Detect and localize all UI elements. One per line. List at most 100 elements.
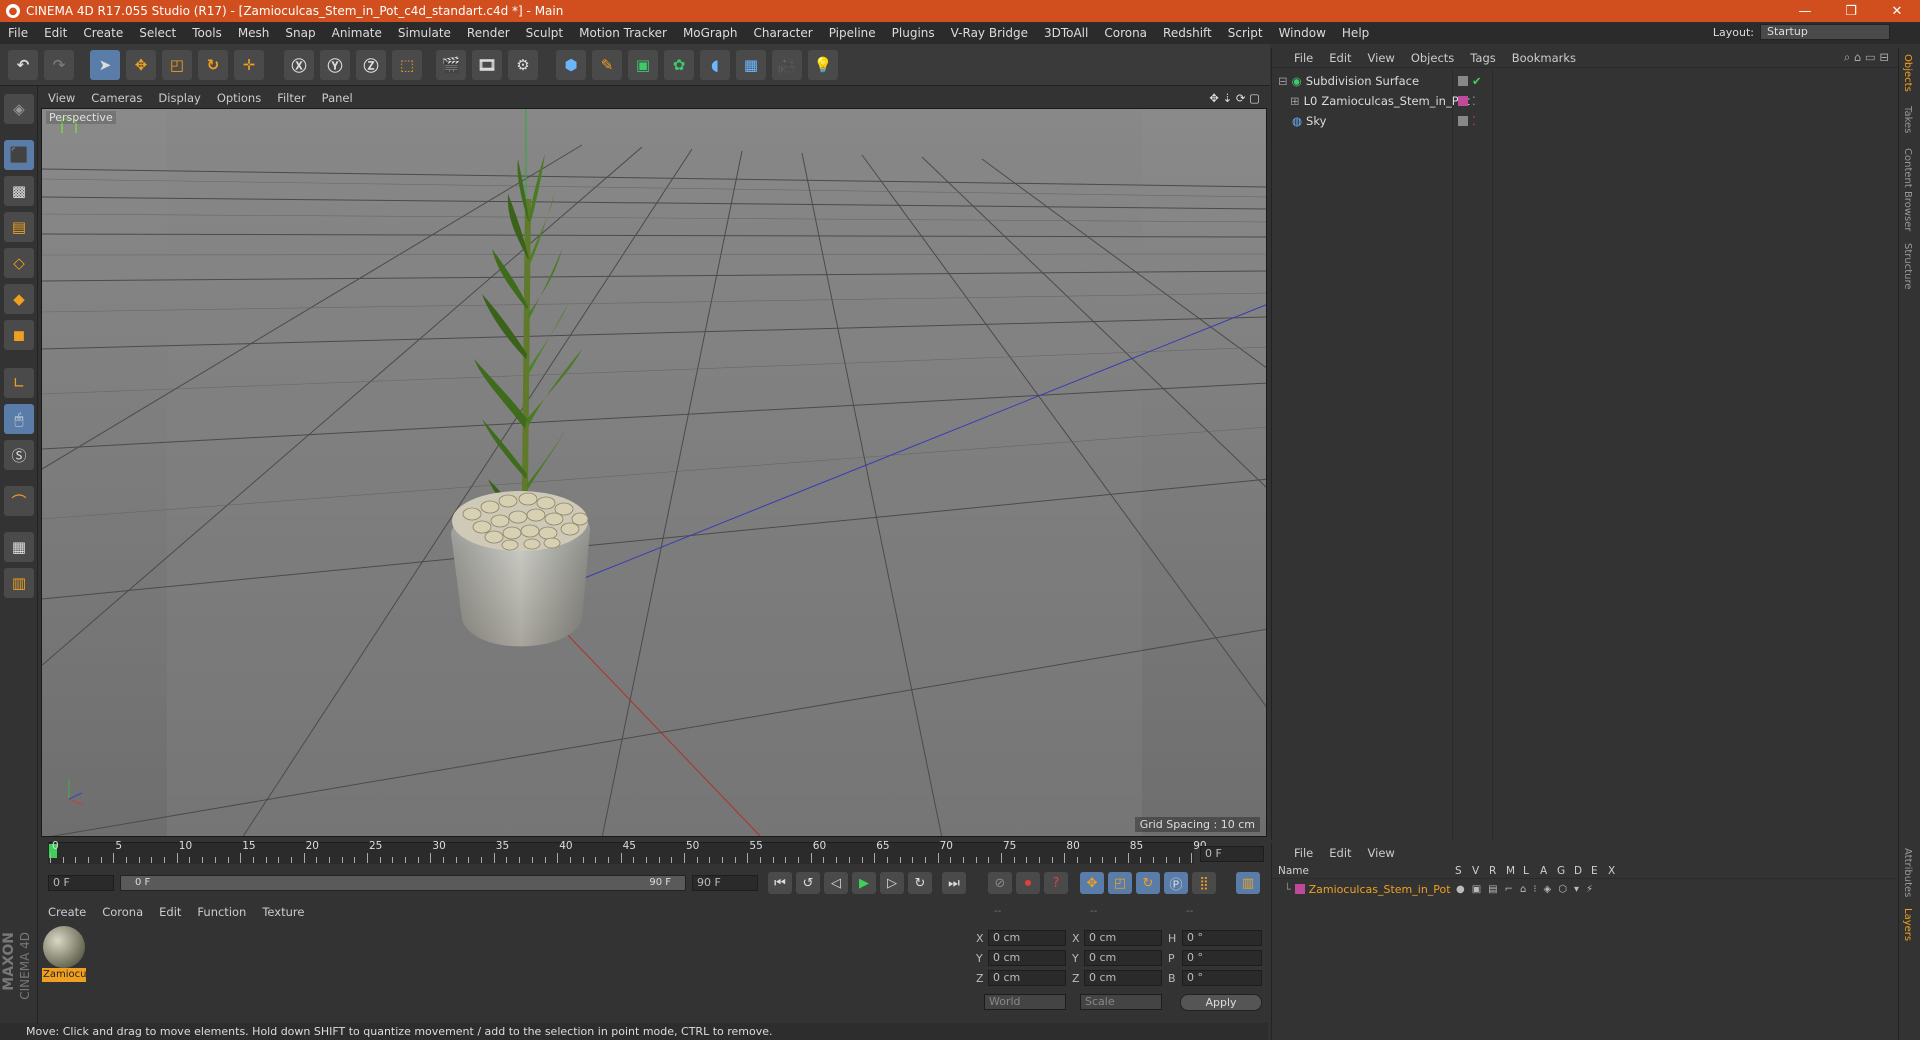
object-menu-objects[interactable]: Objects	[1403, 51, 1462, 65]
menu-window[interactable]: Window	[1271, 26, 1334, 40]
layer-toggle-icons[interactable]: ●▣▤⌐⌂⁝◈⬡▾⚡	[1456, 884, 1600, 895]
lock-workplane-icon[interactable]: ▦	[4, 532, 34, 562]
step-back-icon[interactable]: ◁	[824, 872, 848, 894]
layer-row[interactable]: └ Zamioculcas_Stem_in_Pot ●▣▤⌐⌂⁝◈⬡▾⚡	[1272, 881, 1897, 897]
previous-key-icon[interactable]: ↺	[796, 872, 820, 894]
close-button[interactable]: ✕	[1874, 0, 1920, 22]
object-tags[interactable]: ⁚	[1458, 92, 1476, 110]
position-y-field[interactable]: 0 cm	[988, 950, 1066, 966]
menu-mograph[interactable]: MoGraph	[675, 26, 746, 40]
object-menu-edit[interactable]: Edit	[1321, 51, 1359, 65]
perspective-viewport[interactable]: Perspective Grid Spacing : 10 cm	[41, 108, 1267, 837]
material-menu-edit[interactable]: Edit	[151, 905, 189, 919]
tab-structure[interactable]: Structure	[1902, 243, 1913, 290]
position-z-field[interactable]: 0 cm	[988, 970, 1066, 986]
coordinate-system-select[interactable]: World	[984, 994, 1066, 1010]
texture-mode-icon[interactable]: ▩	[4, 176, 34, 206]
autokey-icon[interactable]: ⏺	[1016, 872, 1040, 894]
menu-corona[interactable]: Corona	[1096, 26, 1155, 40]
layer-menu-edit[interactable]: Edit	[1321, 846, 1359, 860]
render-settings-icon[interactable]: ⚙	[508, 50, 538, 80]
tab-objects[interactable]: Objects	[1902, 54, 1913, 92]
x-axis-lock-icon[interactable]: Ⓧ	[284, 50, 314, 80]
menu-mesh[interactable]: Mesh	[230, 26, 278, 40]
y-axis-lock-icon[interactable]: Ⓨ	[320, 50, 350, 80]
sky-tags[interactable]: ⁚	[1458, 112, 1476, 130]
viewport-menu-filter[interactable]: Filter	[269, 91, 313, 105]
object-manager-search-icon[interactable]: ⌕ ⌂ ▭ ⊟	[1836, 50, 1897, 65]
menu-help[interactable]: Help	[1334, 26, 1377, 40]
deformer-icon[interactable]: ◖	[700, 50, 730, 80]
menu-animate[interactable]: Animate	[324, 26, 390, 40]
move-tool-icon[interactable]: ✥	[126, 50, 156, 80]
menu-sculpt[interactable]: Sculpt	[518, 26, 571, 40]
object-menu-tags[interactable]: Tags	[1462, 51, 1503, 65]
keyframe-selection-icon[interactable]: ?	[1044, 872, 1068, 894]
menu-create[interactable]: Create	[75, 26, 131, 40]
current-frame-field[interactable]: 0 F	[1200, 846, 1264, 862]
render-picture-viewer-icon[interactable]: 🎞	[472, 50, 502, 80]
tab-layers[interactable]: Layers	[1902, 908, 1913, 941]
points-mode-icon[interactable]: ◇	[4, 248, 34, 278]
next-key-icon[interactable]: ↻	[908, 872, 932, 894]
record-keys-icon[interactable]: ⊘	[988, 872, 1012, 894]
axis-mode-icon[interactable]: ∟	[4, 368, 34, 398]
coordinate-system-icon[interactable]: ⬚	[392, 50, 422, 80]
make-editable-icon[interactable]: ◈	[4, 94, 34, 124]
timeline-ruler[interactable]: 051015202530354045505560657075808590 0 F	[40, 840, 1268, 866]
enabled-check-icon[interactable]: ✔	[1472, 74, 1482, 88]
start-frame-field[interactable]: 0 F	[48, 875, 114, 891]
menu-redshift[interactable]: Redshift	[1155, 26, 1220, 40]
scale-tool-icon[interactable]: ◰	[162, 50, 192, 80]
layout-select[interactable]: Startup	[1760, 24, 1890, 40]
render-view-icon[interactable]: 🎬	[436, 50, 466, 80]
key-scale-icon[interactable]: ◰	[1108, 872, 1132, 894]
tab-content-browser[interactable]: Content Browser	[1902, 148, 1913, 231]
floor-icon[interactable]: ▦	[736, 50, 766, 80]
workplane-mode-icon[interactable]: ▤	[4, 212, 34, 242]
key-position-icon[interactable]: ✥	[1080, 872, 1104, 894]
light-icon[interactable]: 💡	[808, 50, 838, 80]
tab-takes[interactable]: Takes	[1902, 106, 1913, 133]
menu-character[interactable]: Character	[745, 26, 820, 40]
menu-plugins[interactable]: Plugins	[884, 26, 943, 40]
key-rotation-icon[interactable]: ↻	[1136, 872, 1160, 894]
model-mode-icon[interactable]: ⬛	[4, 140, 34, 170]
menu-motion-tracker[interactable]: Motion Tracker	[571, 26, 675, 40]
menu-file[interactable]: File	[0, 26, 36, 40]
object-row-zamioculcas[interactable]: ⊞ L0 Zamioculcas_Stem_in_Pot	[1290, 92, 1470, 110]
menu-script[interactable]: Script	[1220, 26, 1271, 40]
object-menu-view[interactable]: View	[1360, 51, 1403, 65]
play-icon[interactable]: ▶	[852, 872, 876, 894]
object-row-subdivision-surface[interactable]: ⊟ ◉ Subdivision Surface	[1278, 72, 1419, 90]
object-row-sky[interactable]: ◍ Sky	[1278, 112, 1326, 130]
cloner-icon[interactable]: ✿	[664, 50, 694, 80]
menu-edit[interactable]: Edit	[36, 26, 75, 40]
material-menu-function[interactable]: Function	[189, 905, 254, 919]
planar-workplane-icon[interactable]: ▥	[4, 568, 34, 598]
menu-3dtoall[interactable]: 3DToAll	[1036, 26, 1096, 40]
minimize-button[interactable]: —	[1782, 0, 1828, 22]
size-z-field[interactable]: 0 cm	[1084, 970, 1162, 986]
z-axis-lock-icon[interactable]: Ⓩ	[356, 50, 386, 80]
expand-icon[interactable]: ⊞	[1290, 94, 1300, 108]
menu-simulate[interactable]: Simulate	[390, 26, 459, 40]
snapping-icon[interactable]: Ⓢ	[4, 440, 34, 470]
viewport-menu-display[interactable]: Display	[150, 91, 208, 105]
apply-button[interactable]: Apply	[1180, 994, 1262, 1011]
end-frame-field[interactable]: 90 F	[692, 875, 758, 891]
rotation-h-field[interactable]: 0 °	[1182, 930, 1262, 946]
step-forward-icon[interactable]: ▷	[880, 872, 904, 894]
menu-tools[interactable]: Tools	[184, 26, 230, 40]
object-menu-file[interactable]: File	[1286, 51, 1321, 65]
object-flags[interactable]: ✔	[1458, 72, 1482, 90]
undo-icon[interactable]: ↶	[8, 50, 38, 80]
viewport-menu-panel[interactable]: Panel	[314, 91, 361, 105]
viewport-menu-options[interactable]: Options	[209, 91, 269, 105]
rotation-b-field[interactable]: 0 °	[1182, 970, 1262, 986]
material-menu-create[interactable]: Create	[40, 905, 94, 919]
viewport-navigation-icons[interactable]: ✥ ⇣ ⟳ ▢	[1201, 91, 1268, 105]
rotation-p-field[interactable]: 0 °	[1182, 950, 1262, 966]
material-swatch[interactable]: Zamiocu	[42, 926, 86, 984]
timeline-window-icon[interactable]: ▥	[1236, 872, 1260, 894]
